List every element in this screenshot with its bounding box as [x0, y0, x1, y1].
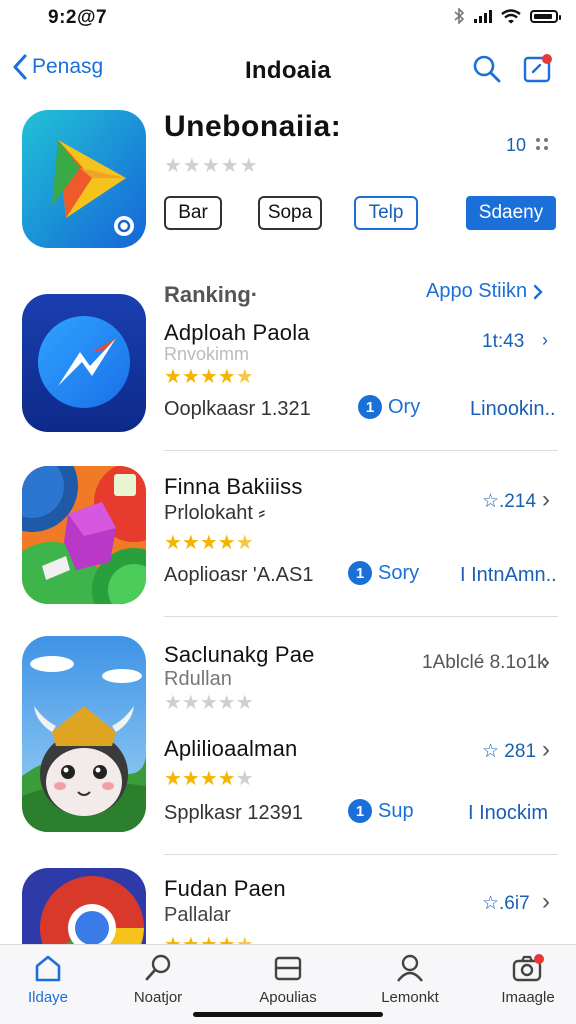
row-chevron[interactable]: › — [542, 888, 550, 916]
chip-sdaeny[interactable]: Sdaeny — [466, 196, 556, 230]
row-chevron[interactable]: › — [542, 648, 550, 676]
tab-apps[interactable]: Apoulias — [240, 953, 336, 1006]
chevron-right-icon — [533, 284, 543, 299]
puzzle-game-icon[interactable] — [22, 466, 146, 604]
featured-app-name: Unebonaiia: — [164, 110, 342, 143]
battery-icon — [530, 9, 561, 23]
app-rating-stars: ★★★★★ — [164, 692, 254, 714]
search-icon — [145, 954, 171, 981]
row-chevron[interactable]: › — [542, 330, 548, 351]
app-rating-stars: ★★★★★ — [164, 768, 254, 790]
action-link[interactable]: I IntnAmn.. — [460, 564, 557, 587]
person-icon — [397, 954, 423, 982]
chip-bar[interactable]: Bar — [164, 196, 222, 230]
featured-app-icon[interactable] — [22, 110, 146, 248]
get-button[interactable]: 1 Ory — [358, 395, 420, 419]
get-count-badge: 1 — [358, 395, 382, 419]
see-all-label: Appo Stiikn — [426, 280, 528, 302]
nav-bar: Penasg Indoaia — [0, 44, 576, 94]
status-time: 9:2@7 — [48, 7, 108, 28]
app-name: Aplilioaalman — [164, 736, 298, 761]
app-name: Fudan Paen — [164, 876, 286, 901]
app-right-value: ☆ 281 — [482, 741, 537, 762]
get-label: Sup — [378, 799, 414, 822]
app-rating-stars: ★★★★★ — [164, 366, 254, 388]
row-chevron[interactable]: › — [542, 736, 550, 764]
app-right-value: 1Ablclé 8.1o1k — [422, 652, 547, 673]
viking-cow-game-icon[interactable] — [22, 636, 146, 832]
tab-label: Apoulias — [259, 989, 317, 1006]
apps-icon — [274, 956, 302, 981]
app-meta: Aoplioasr 'A.AS1 — [164, 564, 314, 586]
app-right-value: ☆.214 — [482, 491, 537, 512]
app-right-value: 1t:43 — [482, 331, 525, 352]
app-subtitle: Rnvokimm — [164, 344, 250, 364]
updates-icon[interactable] — [522, 52, 554, 84]
more-options-icon[interactable] — [536, 138, 548, 150]
tab-label: Lemonkt — [381, 989, 439, 1006]
get-label: Ory — [388, 395, 421, 418]
row-chevron[interactable]: › — [542, 486, 550, 514]
app-subtitle: Pallalar — [164, 904, 231, 926]
tab-profile[interactable]: Lemonkt — [362, 953, 458, 1006]
get-button[interactable]: 1 Sup — [348, 799, 414, 823]
bluetooth-icon — [454, 8, 465, 24]
get-label: Sory — [378, 561, 420, 584]
action-link[interactable]: I Inockim — [468, 802, 548, 825]
tab-label: Ildaye — [27, 989, 69, 1006]
chip-telp[interactable]: Telp — [354, 196, 418, 230]
app-rating-stars: ★★★★★ — [164, 532, 254, 554]
wifi-icon — [501, 8, 521, 23]
action-link[interactable]: Linookin.. — [470, 398, 556, 421]
app-meta: Spplkasr 12391 — [164, 802, 303, 824]
app-subtitle: Prlolokaht ⸗ — [164, 502, 266, 524]
tab-image[interactable]: Imaagle — [480, 953, 576, 1006]
chip-sopa[interactable]: Sopa — [258, 196, 322, 230]
app-store-screen: 9:2@7 Penasg Indoaia Unebonaiia: ★★★★★ 1… — [0, 0, 576, 1024]
camera-icon — [512, 954, 544, 982]
divider — [164, 854, 558, 855]
featured-count: 10 — [506, 135, 527, 155]
app-right-value: ☆.6i7 — [482, 893, 530, 914]
see-all-link[interactable]: Appo Stiikn — [426, 280, 543, 303]
app-name: Adploah Paola — [164, 320, 310, 345]
section-title: Ranking· — [164, 282, 259, 307]
messenger-app-icon[interactable] — [22, 294, 146, 432]
get-button[interactable]: 1 Sory — [348, 561, 419, 585]
get-count-badge: 1 — [348, 799, 372, 823]
app-name: Saclunakg Pae — [164, 642, 315, 667]
search-icon[interactable] — [472, 54, 502, 84]
app-subtitle: Rdullan — [164, 668, 232, 690]
tab-label: Noatjor — [133, 989, 183, 1006]
home-indicator — [193, 1012, 383, 1017]
signal-icon — [474, 9, 492, 23]
app-meta: Ooplkaasr 1.321 — [164, 398, 311, 420]
tab-search[interactable]: Noatjor — [110, 953, 206, 1006]
status-icons — [454, 8, 561, 24]
app-name: Finna Bakiiiss — [164, 474, 303, 499]
tab-today[interactable]: Ildaye — [0, 953, 96, 1006]
home-icon — [35, 955, 61, 982]
divider — [164, 616, 558, 617]
tab-label: Imaagle — [501, 989, 555, 1006]
divider — [164, 450, 558, 451]
get-count-badge: 1 — [348, 561, 372, 585]
status-bar: 9:2@7 — [0, 0, 576, 34]
featured-rating-stars: ★★★★★ — [164, 155, 259, 177]
